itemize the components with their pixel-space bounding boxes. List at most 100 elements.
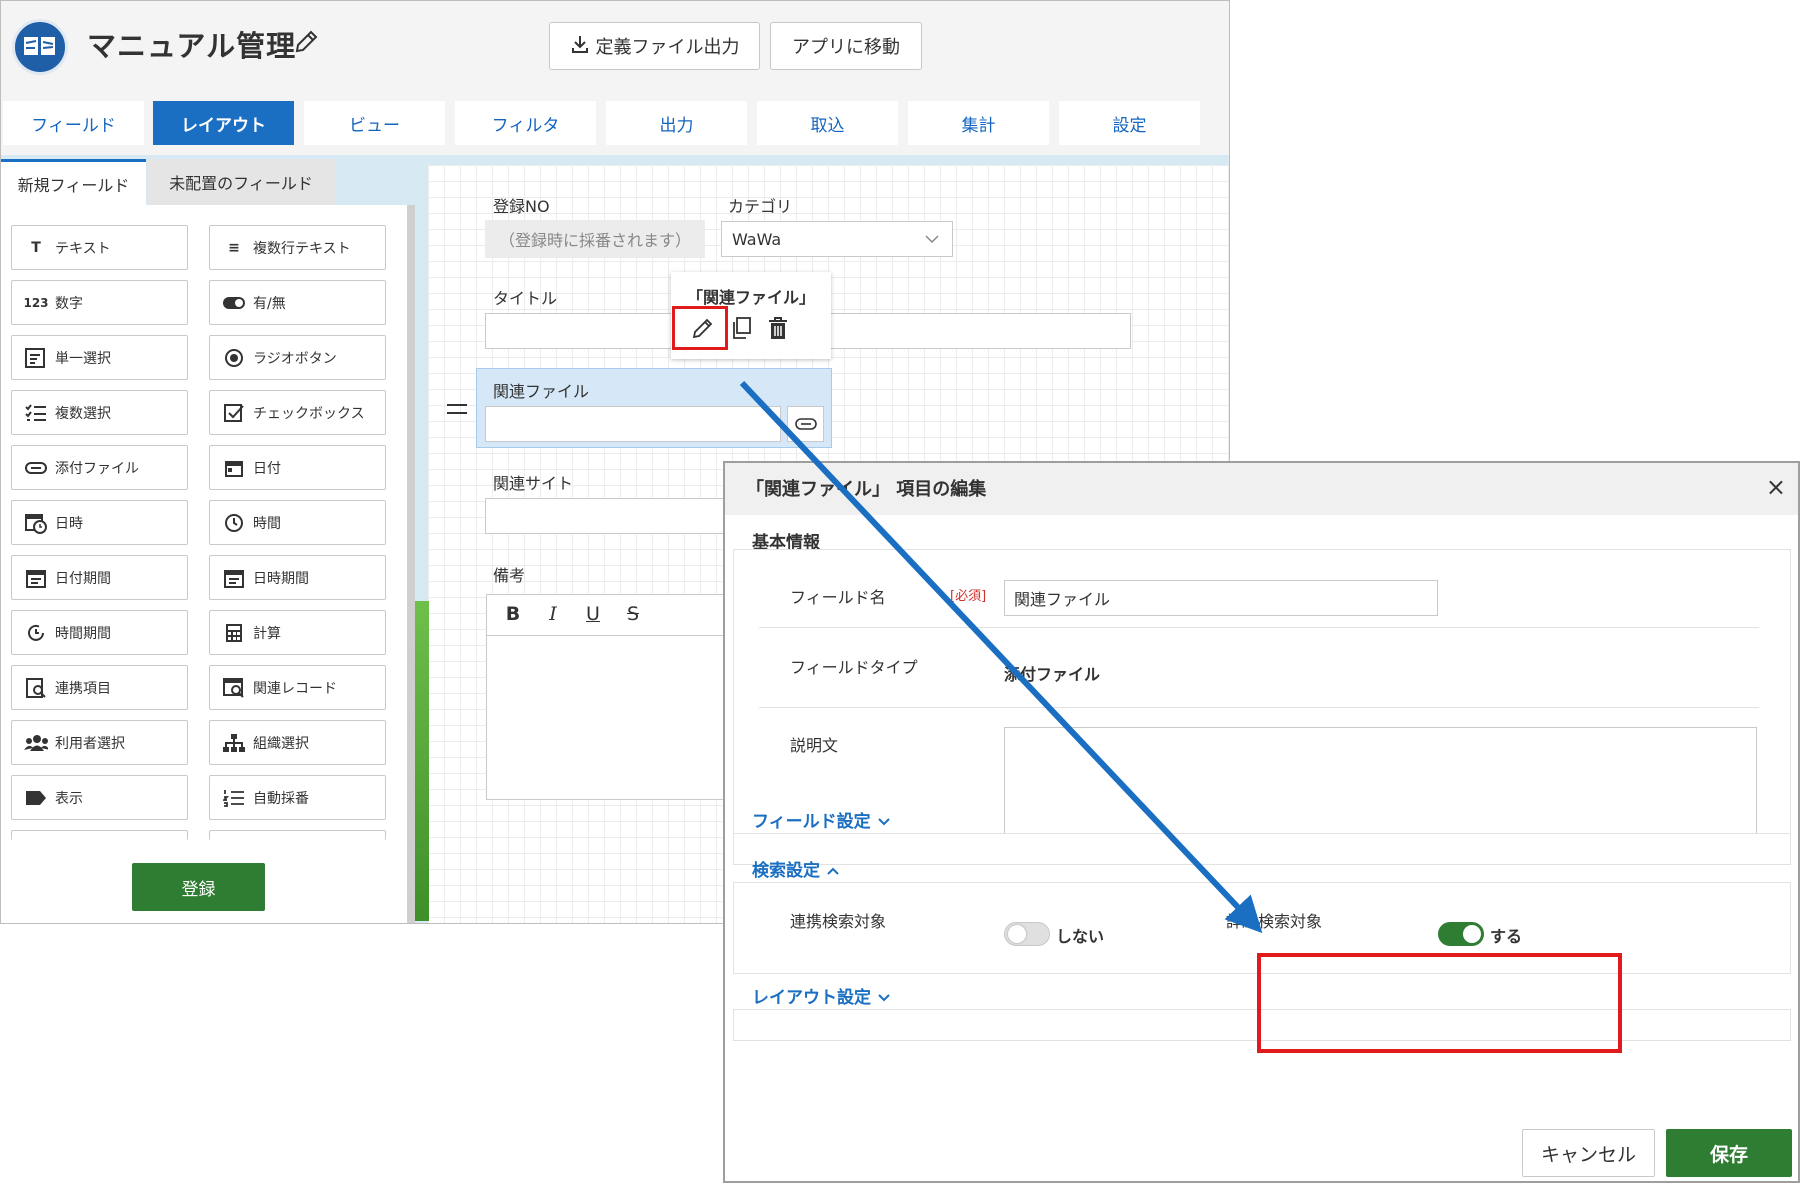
field-label: 組織選択 (253, 735, 309, 752)
field-date-button[interactable]: 日付 (209, 445, 386, 490)
description-textarea[interactable] (1004, 727, 1757, 842)
field-edit-dialog: 「関連ファイル」 項目の編集 × 基本情報 フィールド名 [必須] フィールドタ… (723, 461, 1800, 1183)
field-multi-select-button[interactable]: 複数選択 (11, 390, 188, 435)
field-org-select-button[interactable]: 組織選択 (209, 720, 386, 765)
text-icon: T (31, 239, 41, 256)
edit-highlight-box (672, 306, 728, 350)
field-yes-no-button[interactable]: 有/無 (209, 280, 386, 325)
field-label: 添付ファイル (55, 460, 139, 477)
field-label: 連携項目 (55, 680, 111, 697)
related-file-input[interactable] (485, 406, 781, 442)
field-user-select-button[interactable]: 利用者選択 (11, 720, 188, 765)
related-record-icon (222, 676, 246, 700)
field-radio-button[interactable]: ラジオボタン (209, 335, 386, 380)
cancel-button[interactable]: キャンセル (1522, 1129, 1655, 1177)
required-badge: [必須] (950, 589, 987, 604)
title-label: タイトル (493, 289, 558, 308)
field-label: 計算 (253, 625, 281, 642)
field-datetime-button[interactable]: 日時 (11, 500, 188, 545)
register-button[interactable]: 登録 (132, 863, 265, 911)
detail-search-highlight-box (1257, 953, 1622, 1053)
app-title: マニュアル管理 (87, 29, 297, 63)
field-label: 自動採番 (253, 790, 309, 807)
field-label: 日時 (55, 515, 83, 532)
field-more-button[interactable] (209, 830, 386, 840)
tab-unplaced-fields[interactable]: 未配置のフィールド (147, 159, 335, 205)
field-name-input[interactable]: 関連ファイル (1004, 580, 1438, 616)
field-time-button[interactable]: 時間 (209, 500, 386, 545)
bold-button[interactable]: B (501, 603, 525, 625)
field-checkbox-button[interactable]: チェックボックス (209, 390, 386, 435)
field-datetime-range-button[interactable]: 日時期間 (209, 555, 386, 600)
toggle-knob (1008, 925, 1026, 943)
field-label: 時間 (253, 515, 281, 532)
search-settings-heading: 検索設定 (752, 861, 820, 881)
field-settings-toggle[interactable]: フィールド設定 (752, 807, 891, 832)
toggle-knob (1463, 925, 1481, 943)
field-label: 日時期間 (253, 570, 309, 587)
underline-button[interactable]: U (581, 603, 605, 625)
dialog-header: 「関連ファイル」 項目の編集 × (725, 463, 1798, 515)
field-label: 複数行テキスト (253, 240, 351, 257)
divider (759, 627, 1759, 628)
field-number-button[interactable]: 123 数字 (11, 280, 188, 325)
field-date-range-button[interactable]: 日付期間 (11, 555, 188, 600)
save-button[interactable]: 保存 (1666, 1129, 1792, 1177)
related-site-label: 関連サイト (493, 474, 574, 493)
italic-button[interactable]: I (541, 603, 565, 625)
field-calculation-button[interactable]: 計算 (209, 610, 386, 655)
go-to-app-button[interactable]: アプリに移動 (770, 22, 922, 70)
field-multiline-text-button[interactable]: ≡ 複数行テキスト (209, 225, 386, 270)
pencil-icon[interactable] (293, 29, 319, 59)
attach-file-button[interactable] (787, 406, 824, 442)
field-name-label: フィールド名 (790, 588, 886, 607)
detail-search-value: する (1490, 927, 1523, 946)
linked-search-toggle[interactable] (1004, 922, 1050, 946)
field-label: 複数選択 (55, 405, 111, 422)
tab-field[interactable]: フィールド (3, 101, 144, 145)
field-text-button[interactable]: T テキスト (11, 225, 188, 270)
drag-handle-icon[interactable] (447, 404, 467, 414)
chevron-up-icon (827, 867, 839, 875)
field-auto-number-button[interactable]: 自動採番 (209, 775, 386, 820)
datetime-range-icon (222, 566, 246, 590)
strikethrough-button[interactable]: S (621, 603, 645, 625)
tab-layout[interactable]: レイアウト (153, 101, 294, 145)
category-value: WaWa (732, 229, 782, 249)
divider (759, 707, 1759, 708)
field-time-range-button[interactable]: 時間期間 (11, 610, 188, 655)
tab-import[interactable]: 取込 (757, 101, 898, 145)
field-attachment-button[interactable]: 添付ファイル (11, 445, 188, 490)
field-display-button[interactable]: 表示 (11, 775, 188, 820)
close-icon[interactable]: × (1766, 473, 1786, 501)
category-select[interactable]: WaWa (721, 221, 953, 257)
linked-search-value: しない (1056, 927, 1105, 946)
field-related-record-button[interactable]: 関連レコード (209, 665, 386, 710)
field-linked-item-button[interactable]: 連携項目 (11, 665, 188, 710)
detail-search-toggle[interactable] (1438, 922, 1484, 946)
chevron-down-icon (925, 235, 939, 244)
tab-filter[interactable]: フィルタ (455, 101, 596, 145)
chevron-down-icon (877, 818, 890, 826)
tab-output[interactable]: 出力 (606, 101, 747, 145)
export-definition-button[interactable]: 定義ファイル出力 (549, 22, 760, 70)
checkbox-icon (222, 401, 246, 425)
tab-settings[interactable]: 設定 (1059, 101, 1200, 145)
field-more-button[interactable] (11, 830, 188, 840)
remarks-label: 備考 (493, 566, 526, 585)
field-single-select-button[interactable]: 単一選択 (11, 335, 188, 380)
linked-item-icon (24, 676, 48, 700)
layout-settings-toggle[interactable]: レイアウト設定 (752, 983, 891, 1008)
tab-aggregate[interactable]: 集計 (908, 101, 1049, 145)
palette-scrollbar[interactable] (407, 205, 415, 923)
search-settings-toggle[interactable]: 検索設定 (752, 856, 840, 881)
field-label: 数字 (55, 295, 83, 312)
description-label: 説明文 (790, 736, 839, 755)
tab-view[interactable]: ビュー (304, 101, 445, 145)
linked-search-label: 連携検索対象 (790, 912, 887, 931)
download-icon (570, 34, 590, 59)
tab-new-fields[interactable]: 新規フィールド (1, 159, 146, 205)
trash-icon[interactable] (765, 314, 791, 342)
left-panel-tabs: 新規フィールド 未配置のフィールド (1, 159, 421, 205)
copy-icon[interactable] (728, 314, 754, 342)
